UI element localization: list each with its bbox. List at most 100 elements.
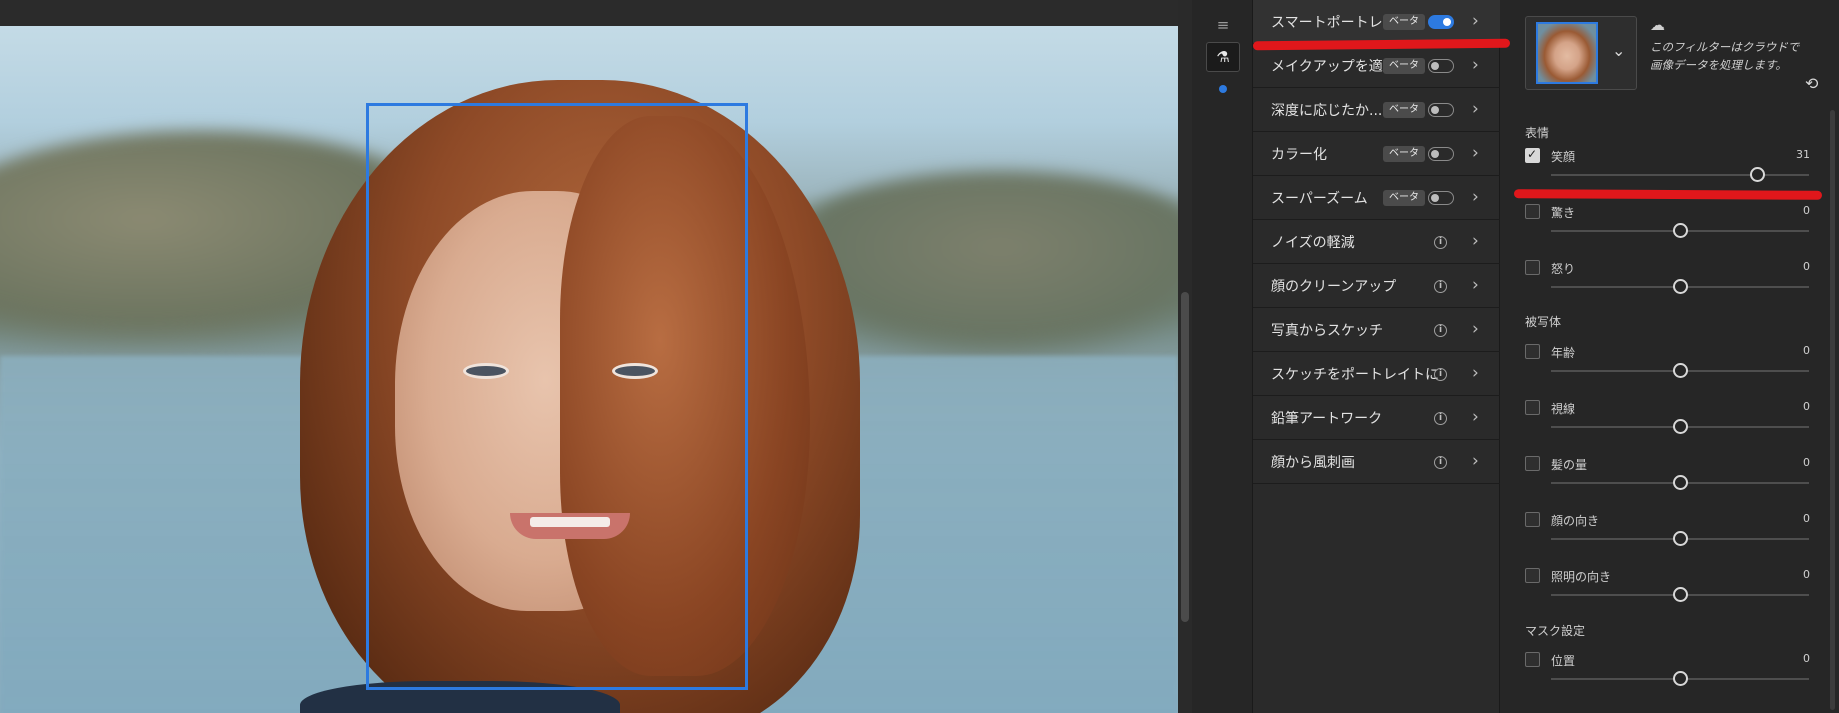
filter-item[interactable]: スマートポートレイト ベータ › xyxy=(1253,0,1500,44)
adjustment-slider-knob[interactable] xyxy=(1673,223,1688,238)
adjustment-checkbox[interactable] xyxy=(1525,512,1540,527)
filter-name: 写真からスケッチ xyxy=(1271,322,1383,339)
info-icon[interactable]: i xyxy=(1434,456,1447,469)
face-detection-box[interactable] xyxy=(366,103,748,690)
filter-toggle[interactable] xyxy=(1428,15,1454,29)
filter-item[interactable]: 深度に応じたか... ベータ › xyxy=(1253,88,1500,132)
toggle-knob xyxy=(1431,149,1439,158)
filter-toggle[interactable] xyxy=(1428,59,1454,73)
filter-toggle[interactable] xyxy=(1428,147,1454,161)
filter-item[interactable]: 顔から風刺画 i › xyxy=(1253,440,1500,484)
filter-name: 鉛筆アートワーク xyxy=(1271,410,1383,427)
adjustment-checkbox[interactable] xyxy=(1525,400,1540,415)
adjustment-label: 驚き xyxy=(1551,206,1576,220)
filter-name: メイクアップを適用 xyxy=(1271,58,1397,75)
info-icon[interactable]: i xyxy=(1434,324,1447,337)
adjustment-label: 位置 xyxy=(1551,654,1576,668)
section-title: マスク設定 xyxy=(1525,624,1586,638)
chevron-right-icon[interactable]: › xyxy=(1472,407,1479,427)
canvas-scrollbar-thumb[interactable] xyxy=(1181,292,1189,622)
beta-badge: ベータ xyxy=(1383,190,1425,206)
adjustment-label: 髪の量 xyxy=(1551,458,1588,472)
adjustment-label: 視線 xyxy=(1551,402,1576,416)
adjustment-checkbox[interactable] xyxy=(1525,260,1540,275)
chevron-right-icon[interactable]: › xyxy=(1472,143,1479,163)
adjustment-slider-knob[interactable] xyxy=(1673,279,1688,294)
info-icon[interactable]: i xyxy=(1434,280,1447,293)
chevron-right-icon[interactable]: › xyxy=(1472,187,1479,207)
info-icon[interactable]: i xyxy=(1434,412,1447,425)
section-title: 被写体 xyxy=(1525,315,1562,329)
filter-name: スケッチをポートレイトに xyxy=(1271,366,1439,383)
adjustment-row: 怒り 0 xyxy=(1525,260,1810,308)
reset-icon[interactable]: ⟲ xyxy=(1805,74,1818,93)
toggle-knob xyxy=(1431,193,1439,202)
filter-item[interactable]: ノイズの軽減 i › xyxy=(1253,220,1500,264)
adjustment-checkbox[interactable] xyxy=(1525,147,1540,163)
adjustment-slider-knob[interactable] xyxy=(1673,363,1688,378)
cloud-processing-note: このフィルターはクラウドで画像データを処理します。 xyxy=(1650,40,1800,72)
chevron-right-icon[interactable]: › xyxy=(1472,363,1479,383)
adjustment-slider-knob[interactable] xyxy=(1750,167,1766,182)
adjustment-checkbox[interactable] xyxy=(1525,204,1540,219)
sliders-icon[interactable]: ≡ xyxy=(1206,10,1240,40)
toggle-knob xyxy=(1431,105,1439,114)
canvas-area[interactable] xyxy=(0,0,1178,713)
chevron-right-icon[interactable]: › xyxy=(1472,231,1479,251)
adjustment-checkbox[interactable] xyxy=(1525,652,1540,667)
adjustment-slider-knob[interactable] xyxy=(1673,671,1688,686)
chevron-right-icon[interactable]: › xyxy=(1472,11,1479,31)
panel-icon-rail: ≡ ⚗ xyxy=(1192,0,1253,713)
chevron-right-icon[interactable]: › xyxy=(1472,99,1479,119)
filter-item[interactable]: カラー化 ベータ › xyxy=(1253,132,1500,176)
adjustment-value: 0 xyxy=(1803,512,1810,525)
adjustment-checkbox[interactable] xyxy=(1525,568,1540,583)
filter-settings-panel: ⌄ ☁ このフィルターはクラウドで画像データを処理します。 ⟲ 表情笑顔 31 驚き… xyxy=(1500,0,1839,713)
settings-scrollbar[interactable] xyxy=(1830,110,1835,710)
adjustment-label: 顔の向き xyxy=(1551,514,1600,528)
filter-name: スーパーズーム xyxy=(1271,190,1368,207)
flask-icon[interactable]: ⚗ xyxy=(1206,42,1240,72)
adjustment-checkbox[interactable] xyxy=(1525,456,1540,471)
filter-item[interactable]: 写真からスケッチ i › xyxy=(1253,308,1500,352)
filter-item[interactable]: 鉛筆アートワーク i › xyxy=(1253,396,1500,440)
chevron-right-icon[interactable]: › xyxy=(1472,319,1479,339)
adjustment-value: 0 xyxy=(1803,456,1810,469)
adjustment-row: 位置 0 xyxy=(1525,652,1810,700)
filter-toggle[interactable] xyxy=(1428,191,1454,205)
canvas-scrollbar[interactable] xyxy=(1178,0,1192,713)
info-icon[interactable]: i xyxy=(1434,368,1447,381)
adjustment-value: 0 xyxy=(1803,568,1810,581)
adjustment-row: 驚き 0 xyxy=(1525,204,1810,252)
adjustment-slider-knob[interactable] xyxy=(1673,587,1688,602)
filter-item[interactable]: スケッチをポートレイトに i › xyxy=(1253,352,1500,396)
filter-item[interactable]: メイクアップを適用 ベータ › xyxy=(1253,44,1500,88)
adjustment-slider-knob[interactable] xyxy=(1673,419,1688,434)
canvas-top-bar xyxy=(0,0,1178,26)
active-indicator-dot xyxy=(1219,85,1227,93)
adjustment-value: 0 xyxy=(1803,260,1810,273)
chevron-right-icon[interactable]: › xyxy=(1472,55,1479,75)
adjustment-slider-knob[interactable] xyxy=(1673,475,1688,490)
adjustment-slider-track[interactable] xyxy=(1551,174,1809,176)
adjustment-row: 年齢 0 xyxy=(1525,344,1810,392)
adjustment-value: 0 xyxy=(1803,344,1810,357)
adjustment-row: 顔の向き 0 xyxy=(1525,512,1810,560)
beta-badge: ベータ xyxy=(1383,146,1425,162)
filter-name: 顔のクリーンアップ xyxy=(1271,278,1397,295)
adjustment-value: 0 xyxy=(1803,400,1810,413)
filter-name: ノイズの軽減 xyxy=(1271,234,1355,251)
info-icon[interactable]: i xyxy=(1434,236,1447,249)
filter-item[interactable]: スーパーズーム ベータ › xyxy=(1253,176,1500,220)
beta-badge: ベータ xyxy=(1383,58,1425,74)
adjustment-checkbox[interactable] xyxy=(1525,344,1540,359)
face-selector[interactable]: ⌄ xyxy=(1525,16,1637,90)
chevron-down-icon[interactable]: ⌄ xyxy=(1612,41,1625,60)
adjustment-label: 怒り xyxy=(1551,262,1576,276)
face-thumbnail[interactable] xyxy=(1536,22,1598,84)
chevron-right-icon[interactable]: › xyxy=(1472,451,1479,471)
filter-item[interactable]: 顔のクリーンアップ i › xyxy=(1253,264,1500,308)
chevron-right-icon[interactable]: › xyxy=(1472,275,1479,295)
filter-toggle[interactable] xyxy=(1428,103,1454,117)
adjustment-slider-knob[interactable] xyxy=(1673,531,1688,546)
